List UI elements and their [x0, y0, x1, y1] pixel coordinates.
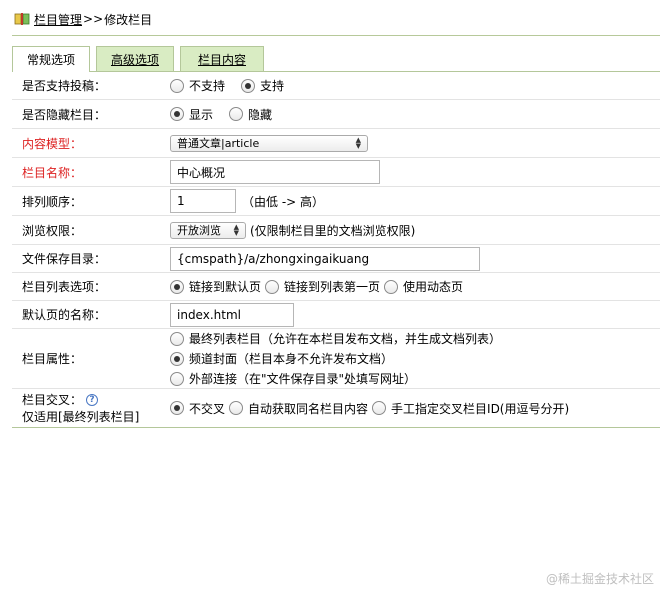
radio-icon[interactable]: [265, 279, 280, 294]
row-list-option: 栏目列表选项： 链接到默认页 链接到列表第一页 使用动态页: [12, 273, 660, 301]
attribute-option-channel-cover[interactable]: 频道封面（栏目本身不允许发布文档）: [170, 350, 393, 367]
option-label: 不交叉: [189, 401, 226, 416]
option-label: 手工指定交叉栏目ID(用逗号分开): [391, 401, 570, 416]
radio-selected-icon[interactable]: [170, 279, 184, 294]
option-label: 频道封面（栏目本身不允许发布文档）: [189, 352, 394, 366]
row-content-model: 内容模型： 普通文章|article ▲ ▼: [12, 129, 660, 158]
default-page-label: 默认页的名称：: [22, 308, 107, 322]
radio-selected-icon[interactable]: [170, 401, 184, 415]
row-sort-order: 排列顺序： 1 （由低 -> 高）: [12, 187, 660, 216]
attribute-label: 栏目属性：: [22, 352, 83, 366]
submission-field: 不支持 支持: [170, 72, 660, 99]
breadcrumb: 栏目管理 >> 修改栏目: [14, 10, 152, 28]
cross-option-manual[interactable]: 手工指定交叉栏目ID(用逗号分开): [372, 400, 569, 417]
watermark: @稀土掘金技术社区: [545, 572, 654, 586]
option-label: 链接到列表第一页: [284, 280, 381, 294]
radio-icon[interactable]: [229, 107, 244, 121]
list-option-label: 栏目列表选项：: [22, 280, 107, 294]
option-label: 使用动态页: [403, 280, 464, 294]
radio-icon[interactable]: [384, 279, 399, 294]
browse-permission-hint: (仅限制栏目里的文档浏览权限): [250, 223, 416, 238]
row-save-dir: 文件保存目录： {cmspath}/a/zhongxingaikuang: [12, 245, 660, 273]
radio-icon[interactable]: [170, 371, 184, 386]
cross-label: 栏目交叉： ? 仅适用[最终列表栏目]: [12, 389, 170, 427]
column-edit-form: 是否支持投稿： 不支持 支持 是否隐藏栏目： 显示 隐藏 内容模型： 普通文章|…: [12, 71, 660, 428]
sort-order-input[interactable]: 1: [170, 189, 236, 213]
row-hidden: 是否隐藏栏目： 显示 隐藏: [12, 100, 660, 129]
list-option-dynamic-page[interactable]: 使用动态页: [384, 278, 463, 295]
radio-icon[interactable]: [170, 78, 184, 93]
radio-selected-icon[interactable]: [170, 351, 184, 366]
radio-icon[interactable]: [229, 401, 244, 415]
radio-icon[interactable]: [372, 401, 387, 415]
browse-permission-field: 开放浏览 ▲ ▼ (仅限制栏目里的文档浏览权限): [170, 216, 660, 244]
help-icon[interactable]: ?: [86, 393, 99, 406]
column-name-field: 中心概况: [170, 158, 660, 186]
option-label: 支持: [260, 79, 285, 93]
save-dir-label: 文件保存目录：: [22, 252, 107, 266]
cross-option-none[interactable]: 不交叉: [170, 400, 225, 417]
breadcrumb-separator: >>: [83, 12, 104, 26]
attribute-field: 最终列表栏目（允许在本栏目发布文档，并生成文档列表） 频道封面（栏目本身不允许发…: [170, 329, 660, 388]
hidden-label: 是否隐藏栏目：: [22, 107, 107, 122]
list-option-first-page[interactable]: 链接到列表第一页: [265, 278, 380, 295]
column-name-input[interactable]: 中心概况: [170, 160, 380, 184]
tab-bar: 常规选项 高级选项 栏目内容: [12, 46, 270, 72]
default-page-input[interactable]: index.html: [170, 302, 294, 327]
radio-selected-icon[interactable]: [241, 78, 256, 93]
tab-general[interactable]: 常规选项: [12, 46, 90, 72]
row-column-name: 栏目名称： 中心概况: [12, 158, 660, 187]
option-label: 不支持: [189, 79, 226, 93]
option-label: 链接到默认页: [189, 280, 262, 294]
row-attribute: 栏目属性： 最终列表栏目（允许在本栏目发布文档，并生成文档列表） 频道封面（栏目…: [12, 329, 660, 389]
submission-option-yes[interactable]: 支持: [241, 77, 284, 94]
radio-icon[interactable]: [170, 331, 184, 346]
hidden-option-hide[interactable]: 隐藏: [229, 106, 272, 123]
list-option-field: 链接到默认页 链接到列表第一页 使用动态页: [170, 273, 660, 300]
attribute-option-external-link[interactable]: 外部连接（在"文件保存目录"处填写网址）: [170, 370, 416, 387]
content-model-field: 普通文章|article ▲ ▼: [170, 129, 660, 157]
cross-field: 不交叉 自动获取同名栏目内容 手工指定交叉栏目ID(用逗号分开): [170, 389, 660, 427]
browse-permission-select[interactable]: 开放浏览 ▲ ▼: [170, 221, 246, 239]
select-arrows-icon: ▲ ▼: [355, 135, 361, 150]
cross-option-auto[interactable]: 自动获取同名栏目内容: [229, 400, 368, 417]
tab-advanced[interactable]: 高级选项: [96, 46, 174, 71]
row-submission: 是否支持投稿： 不支持 支持: [12, 72, 660, 100]
sort-order-hint: （由低 -> 高）: [242, 194, 325, 209]
book-icon: [14, 13, 30, 25]
submission-label: 是否支持投稿：: [22, 79, 107, 93]
breadcrumb-section-link[interactable]: 栏目管理: [34, 11, 82, 28]
browse-permission-value: 开放浏览: [177, 224, 221, 237]
content-model-label: 内容模型：: [22, 136, 83, 151]
option-label: 显示: [189, 107, 214, 122]
breadcrumb-current: 修改栏目: [104, 12, 153, 27]
sort-order-label: 排列顺序：: [22, 194, 83, 209]
sort-order-field: 1 （由低 -> 高）: [170, 187, 660, 215]
option-label: 自动获取同名栏目内容: [248, 401, 369, 416]
row-cross: 栏目交叉： ? 仅适用[最终列表栏目] 不交叉 自动获取同名栏目内容 手工指定交…: [12, 389, 660, 427]
tab-content[interactable]: 栏目内容: [180, 46, 264, 71]
option-label: 外部连接（在"文件保存目录"处填写网址）: [189, 372, 417, 386]
cross-label-line2: 仅适用[最终列表栏目]: [22, 410, 140, 424]
attribute-option-final-list[interactable]: 最终列表栏目（允许在本栏目发布文档，并生成文档列表）: [170, 330, 501, 347]
list-option-default-page[interactable]: 链接到默认页: [170, 278, 261, 295]
save-dir-input[interactable]: {cmspath}/a/zhongxingaikuang: [170, 246, 480, 271]
browse-permission-label: 浏览权限：: [22, 223, 83, 238]
header-divider: [12, 35, 660, 36]
select-arrows-icon: ▲ ▼: [233, 222, 239, 237]
content-model-value: 普通文章|article: [177, 137, 260, 150]
row-browse-permission: 浏览权限： 开放浏览 ▲ ▼ (仅限制栏目里的文档浏览权限): [12, 216, 660, 245]
option-label: 隐藏: [248, 107, 273, 122]
row-default-page: 默认页的名称： index.html: [12, 301, 660, 329]
cross-label-line1: 栏目交叉：: [22, 393, 83, 407]
default-page-field: index.html: [170, 301, 660, 328]
hidden-field: 显示 隐藏: [170, 100, 660, 128]
save-dir-field: {cmspath}/a/zhongxingaikuang: [170, 245, 660, 272]
radio-selected-icon[interactable]: [170, 107, 184, 121]
option-label: 最终列表栏目（允许在本栏目发布文档，并生成文档列表）: [189, 332, 502, 346]
hidden-option-show[interactable]: 显示: [170, 106, 213, 123]
content-model-select[interactable]: 普通文章|article ▲ ▼: [170, 134, 368, 152]
submission-option-no[interactable]: 不支持: [170, 77, 225, 94]
column-name-label: 栏目名称：: [22, 165, 83, 180]
